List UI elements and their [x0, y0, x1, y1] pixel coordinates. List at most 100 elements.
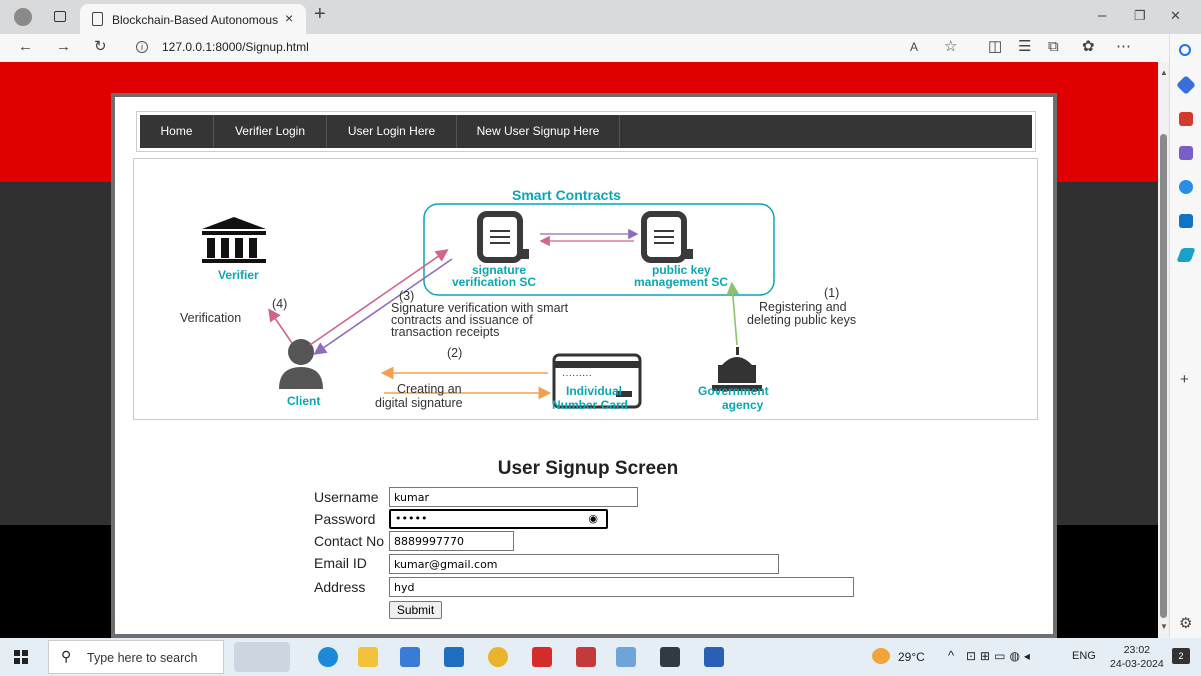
card-label-2: Number Card: [552, 398, 629, 412]
sidebar-search-icon[interactable]: [1179, 44, 1191, 56]
step-2-number: (2): [447, 346, 463, 360]
sidebar-settings-icon[interactable]: ⚙: [1179, 616, 1192, 632]
page-viewport: Home Verifier Login User Login Here New …: [0, 62, 1158, 638]
client-label: Client: [287, 394, 321, 408]
chrome-app-icon[interactable]: [488, 647, 508, 667]
signature-sc-label-2: verification SC: [452, 275, 537, 289]
refresh-icon[interactable]: ↻: [94, 39, 107, 55]
read-aloud-icon[interactable]: A: [910, 39, 918, 55]
terminal-app-icon[interactable]: [660, 647, 680, 667]
close-window-button[interactable]: ✕: [1170, 8, 1181, 24]
password-value: •••••: [395, 512, 428, 525]
reveal-password-icon[interactable]: ◉: [588, 511, 598, 527]
scroll-thumb[interactable]: [1160, 134, 1167, 618]
step-3-line-3: transaction receipts: [391, 325, 500, 339]
verifier-label: Verifier: [218, 268, 259, 282]
step-2-line-1: Creating an: [397, 382, 462, 396]
taskbar-search[interactable]: ⚲ Type here to search: [48, 640, 224, 674]
widget-person-icon[interactable]: [234, 642, 290, 672]
submit-button[interactable]: Submit: [389, 601, 442, 619]
notification-icon[interactable]: 2: [1172, 648, 1190, 664]
notepad-app-icon[interactable]: [616, 647, 636, 667]
address-input[interactable]: [389, 577, 854, 597]
profile-icon[interactable]: [14, 8, 32, 26]
language-indicator[interactable]: ENG: [1072, 650, 1096, 662]
restore-button[interactable]: ❐: [1134, 8, 1146, 24]
weather-icon[interactable]: [872, 648, 890, 664]
collections-icon[interactable]: ⧉: [1048, 39, 1059, 55]
edge-app-icon[interactable]: [318, 647, 338, 667]
word-app-icon[interactable]: [704, 647, 724, 667]
public-key-sc-label-2: management SC: [634, 275, 729, 289]
step-1-number: (1): [824, 286, 840, 300]
verifier-bank-icon: [202, 217, 266, 263]
forward-icon[interactable]: →: [56, 39, 71, 55]
acrobat-app-icon[interactable]: [532, 647, 552, 667]
info-icon[interactable]: i: [136, 41, 148, 53]
email-input[interactable]: [389, 554, 779, 574]
search-icon: ⚲: [61, 648, 72, 664]
paint-app-icon[interactable]: [576, 647, 596, 667]
tab-title: Blockchain-Based Autonomous I: [112, 13, 278, 27]
step-4-number: (4): [272, 297, 288, 311]
send-icon[interactable]: [1176, 248, 1196, 262]
notification-count: 2: [1178, 651, 1184, 661]
favorite-star-icon[interactable]: ☆: [944, 39, 957, 55]
browser-tab[interactable]: Blockchain-Based Autonomous I ×: [80, 4, 306, 34]
page-container: Home Verifier Login User Login Here New …: [111, 93, 1057, 638]
nav-home[interactable]: Home: [140, 115, 214, 148]
shopping-icon[interactable]: [1176, 75, 1196, 95]
windows-start-icon[interactable]: [14, 650, 28, 664]
tab-close-icon[interactable]: ×: [285, 10, 293, 26]
tab-actions-icon[interactable]: [54, 11, 66, 22]
url-field[interactable]: 127.0.0.1:8000/Signup.html: [162, 40, 309, 54]
clock[interactable]: 23:02 24-03-2024: [1110, 643, 1164, 671]
email-label: Email ID: [314, 555, 367, 571]
nav-verifier-login[interactable]: Verifier Login: [214, 115, 327, 148]
nav-new-user-signup[interactable]: New User Signup Here: [457, 115, 620, 148]
scroll-up-icon[interactable]: ▲: [1160, 68, 1168, 77]
back-icon[interactable]: ←: [18, 39, 33, 55]
more-menu-icon[interactable]: ⋯: [1116, 39, 1131, 55]
mail-app-icon[interactable]: [444, 647, 464, 667]
favorites-icon[interactable]: ☰: [1018, 39, 1031, 55]
step-1-line-2: deleting public keys: [747, 313, 857, 327]
page-scrollbar[interactable]: ▲ ▼: [1158, 62, 1169, 638]
public-key-sc-icon: [641, 211, 693, 263]
tray-icons[interactable]: ⊡⊞▭◍◂: [966, 649, 1034, 663]
step-2-line-2: digital signature: [375, 396, 463, 410]
password-label: Password: [314, 511, 376, 527]
tools-icon[interactable]: [1179, 112, 1193, 126]
file-explorer-icon[interactable]: [358, 647, 378, 667]
office-icon[interactable]: [1179, 180, 1193, 194]
minimize-button[interactable]: –: [1098, 8, 1106, 24]
windows-taskbar: ⚲ Type here to search 29°C ^ ⊡⊞▭◍◂ ENG 2…: [0, 638, 1201, 676]
username-input[interactable]: [389, 487, 638, 507]
extensions-icon[interactable]: ✿: [1082, 39, 1095, 55]
split-screen-icon[interactable]: ◫: [988, 39, 1002, 55]
form-title: User Signup Screen: [497, 458, 679, 479]
step-4-label: Verification: [180, 311, 242, 325]
store-app-icon[interactable]: [400, 647, 420, 667]
government-label-1: Government: [698, 384, 769, 398]
card-label-1: Individual: [566, 384, 623, 398]
new-tab-button[interactable]: +: [314, 4, 326, 24]
outlook-icon[interactable]: [1179, 214, 1193, 228]
password-input[interactable]: ••••• ◉: [389, 509, 608, 529]
smart-contracts-title: Smart Contracts: [512, 187, 621, 203]
tray-overflow-icon[interactable]: ^: [948, 648, 954, 663]
arrow-verification: [268, 308, 293, 344]
add-sidebar-icon[interactable]: +: [1180, 372, 1189, 388]
contact-label: Contact No: [314, 533, 385, 549]
address-label: Address: [314, 579, 366, 595]
contact-input[interactable]: [389, 531, 514, 551]
games-icon[interactable]: [1179, 146, 1193, 160]
temperature[interactable]: 29°C: [898, 650, 925, 664]
address-bar: ← → ↻ i 127.0.0.1:8000/Signup.html A ☆ ◫…: [0, 34, 1201, 62]
scroll-down-icon[interactable]: ▼: [1160, 622, 1168, 631]
card-dots: ·········: [562, 370, 592, 381]
clock-date: 24-03-2024: [1110, 658, 1164, 670]
clock-time: 23:02: [1123, 644, 1150, 656]
nav-user-login[interactable]: User Login Here: [327, 115, 457, 148]
browser-side-rail: + ⚙: [1169, 34, 1201, 638]
